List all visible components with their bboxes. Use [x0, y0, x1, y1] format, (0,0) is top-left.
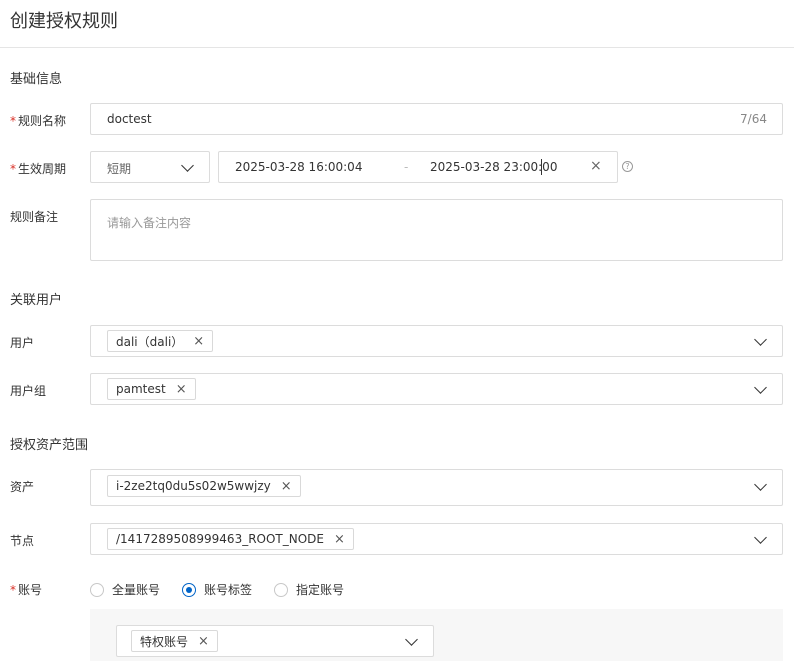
user-group-select[interactable]: pamtest ×	[90, 373, 783, 405]
asset-tag: i-2ze2tq0du5s02w5wwjzy ×	[107, 475, 301, 497]
rule-name-label: * 规则名称	[10, 112, 66, 129]
node-select[interactable]: /1417289508999463_ROOT_NODE ×	[90, 523, 783, 555]
chevron-down-icon[interactable]	[754, 333, 767, 346]
radio-label: 账号标签	[204, 583, 253, 597]
radio-label: 全量账号	[112, 583, 161, 597]
account-tag: 特权账号 ×	[131, 630, 218, 652]
close-icon[interactable]: ×	[176, 383, 187, 396]
chevron-down-icon[interactable]	[754, 381, 767, 394]
radio-circle[interactable]	[274, 582, 289, 597]
required-mark: *	[10, 114, 16, 128]
close-icon[interactable]: ×	[193, 335, 204, 348]
asset-tag-label: i-2ze2tq0du5s02w5wwjzy	[116, 479, 271, 493]
node-tag-label: /1417289508999463_ROOT_NODE	[116, 532, 325, 546]
rule-name-input[interactable]: doctest 7/64	[90, 103, 783, 135]
section-assets: 授权资产范围	[10, 438, 89, 453]
account-label: * 账号	[10, 581, 42, 598]
period-range-picker[interactable]: 2025-03-28 16:00:04 - 2025-03-28 23:00:0…	[218, 151, 618, 183]
radio-label: 指定账号	[296, 583, 345, 597]
account-tag-label: 特权账号	[140, 634, 189, 649]
period-type-select[interactable]: 短期	[90, 151, 210, 183]
account-label-text: 账号	[18, 583, 43, 597]
close-icon[interactable]: ×	[281, 480, 292, 493]
clear-icon[interactable]: ×	[590, 158, 602, 174]
rule-name-counter: 7/64	[740, 112, 767, 126]
account-radio-group: 全量账号 账号标签 指定账号	[90, 581, 366, 598]
period-end[interactable]: 2025-03-28 23:00:00	[430, 160, 557, 174]
asset-select[interactable]: i-2ze2tq0du5s02w5wwjzy ×	[90, 469, 783, 506]
node-tag: /1417289508999463_ROOT_NODE ×	[107, 528, 354, 550]
user-select[interactable]: dali（dali） ×	[90, 325, 783, 357]
period-type-value: 短期	[107, 162, 132, 176]
group-tag: pamtest ×	[107, 378, 196, 400]
chevron-down-icon[interactable]	[405, 633, 418, 646]
radio-account-tags[interactable]: 账号标签	[182, 581, 252, 598]
note-textarea[interactable]: 请输入备注内容	[90, 199, 783, 261]
radio-all-accounts[interactable]: 全量账号	[90, 581, 160, 598]
section-users: 关联用户	[10, 293, 63, 308]
group-label: 用户组	[10, 384, 47, 398]
rule-name-value: doctest	[107, 112, 152, 126]
period-label-text: 生效周期	[18, 162, 67, 176]
close-icon[interactable]: ×	[198, 635, 209, 648]
period-start[interactable]: 2025-03-28 16:00:04	[235, 160, 362, 174]
period-label: * 生效周期	[10, 160, 66, 177]
page-title: 创建授权规则	[10, 11, 118, 32]
page-header: 创建授权规则	[0, 0, 794, 48]
help-icon[interactable]: ?	[622, 161, 633, 172]
radio-circle[interactable]	[182, 582, 197, 597]
chevron-down-icon[interactable]	[754, 478, 767, 491]
required-mark: *	[10, 583, 16, 597]
user-label: 用户	[10, 336, 35, 350]
user-tag: dali（dali） ×	[107, 330, 214, 352]
rule-name-label-text: 规则名称	[18, 114, 67, 128]
range-separator: -	[404, 160, 409, 174]
chevron-down-icon[interactable]	[754, 531, 767, 544]
user-tag-label: dali（dali）	[116, 334, 184, 349]
group-tag-label: pamtest	[116, 382, 166, 396]
account-tag-panel: 特权账号 ×	[90, 609, 783, 661]
note-placeholder: 请输入备注内容	[107, 216, 192, 230]
section-basic-info: 基础信息	[10, 72, 63, 87]
radio-circle[interactable]	[90, 582, 104, 597]
chevron-down-icon	[181, 159, 194, 172]
text-cursor	[541, 159, 542, 175]
account-tag-select[interactable]: 特权账号 ×	[116, 625, 434, 657]
required-mark: *	[10, 162, 16, 176]
asset-label: 资产	[10, 480, 35, 494]
note-label: 规则备注	[10, 210, 59, 224]
node-label: 节点	[10, 534, 35, 548]
radio-specified-accounts[interactable]: 指定账号	[274, 581, 344, 598]
close-icon[interactable]: ×	[334, 533, 345, 546]
